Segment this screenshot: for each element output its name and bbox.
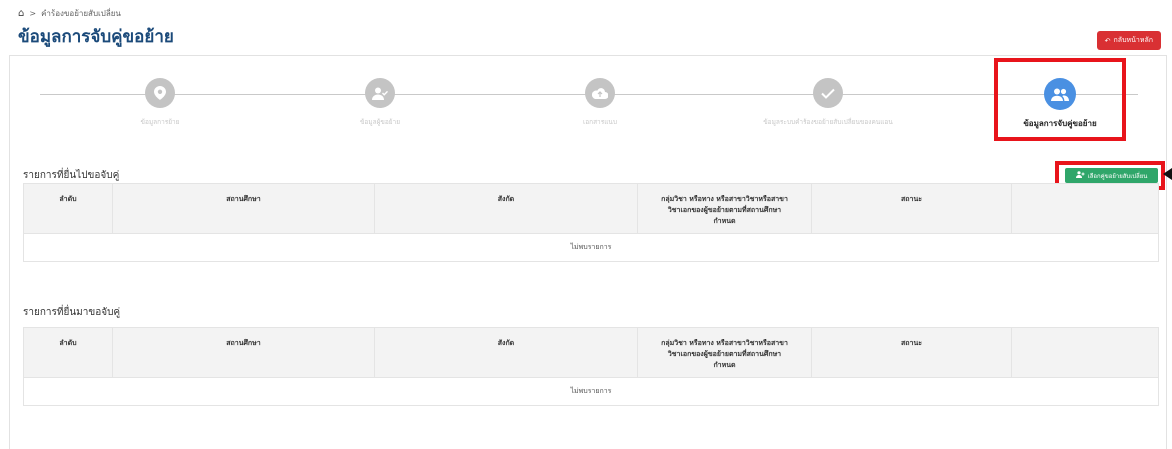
back-to-home-button[interactable]: ↶ กลับหน้าหลัก xyxy=(1096,31,1161,50)
step-label: ข้อมูลการย้าย xyxy=(140,118,180,126)
empty-state-text: ไม่พบรายการ xyxy=(23,377,1159,406)
table-header-row: ลำดับ สถานศึกษา สังกัด กลุ่มวิชา หรือทาง… xyxy=(23,183,1159,234)
step-request-review[interactable]: ข้อมูลระบบคำร้องขอย้ายสับเปลี่ยนของคนแอน xyxy=(738,78,918,127)
home-icon[interactable]: ⌂ xyxy=(18,8,24,19)
column-header: สังกัด xyxy=(374,327,638,378)
step-attachments[interactable]: เอกสารแนบ xyxy=(510,78,690,127)
step-label: ข้อมูลระบบคำร้องขอย้ายสับเปลี่ยนของคนแอน xyxy=(763,118,893,126)
breadcrumb-current[interactable]: คำร้องขอย้ายสับเปลี่ยน xyxy=(41,7,121,20)
breadcrumb: ⌂ > คำร้องขอย้ายสับเปลี่ยน xyxy=(18,7,121,20)
column-header: ลำดับ xyxy=(23,183,113,234)
arrow-pointer-icon xyxy=(1163,168,1172,180)
table-header-row: ลำดับ สถานศึกษา สังกัด กลุ่มวิชา หรือทาง… xyxy=(23,327,1159,378)
column-header: สังกัด xyxy=(374,183,638,234)
highlight-active-step xyxy=(994,58,1126,141)
breadcrumb-separator: > xyxy=(29,9,37,18)
column-header: ลำดับ xyxy=(23,327,113,378)
back-button-label: กลับหน้าหลัก xyxy=(1113,36,1153,44)
step-label: เอกสารแนบ xyxy=(583,118,617,126)
step-move-info[interactable]: ข้อมูลการย้าย xyxy=(70,78,250,127)
column-header: สถานศึกษา xyxy=(112,183,375,234)
column-header: กลุ่มวิชา หรือทาง หรือสาขาวิชาหรือสาขา ว… xyxy=(637,183,812,234)
received-requests-table: ลำดับ สถานศึกษา สังกัด กลุ่มวิชา หรือทาง… xyxy=(23,327,1159,406)
section-title-received: รายการที่ยื่นมาขอจับคู่ xyxy=(23,307,121,318)
map-pin-icon xyxy=(145,78,175,108)
undo-icon: ↶ xyxy=(1104,36,1111,45)
step-requester-info[interactable]: ข้อมูลผู้ขอย้าย xyxy=(290,78,470,127)
empty-state-text: ไม่พบรายการ xyxy=(23,233,1159,262)
submitted-requests-table: ลำดับ สถานศึกษา สังกัด กลุ่มวิชา หรือทาง… xyxy=(23,183,1159,262)
column-header: กลุ่มวิชา หรือทาง หรือสาขาวิชาหรือสาขา ว… xyxy=(637,327,812,378)
cloud-upload-icon xyxy=(585,78,615,108)
table-row: ไม่พบรายการ xyxy=(23,377,1159,406)
column-header: สถานะ xyxy=(811,183,1012,234)
column-header: สถานศึกษา xyxy=(112,327,375,378)
user-check-icon xyxy=(365,78,395,108)
check-icon xyxy=(813,78,843,108)
page-title: ข้อมูลการจับคู่ขอย้าย xyxy=(18,27,174,47)
column-header xyxy=(1011,327,1159,378)
table-row: ไม่พบรายการ xyxy=(23,233,1159,262)
column-header: สถานะ xyxy=(811,327,1012,378)
section-title-submitted: รายการที่ยื่นไปขอจับคู่ xyxy=(23,170,120,181)
step-label: ข้อมูลผู้ขอย้าย xyxy=(359,118,401,126)
column-header xyxy=(1011,183,1159,234)
